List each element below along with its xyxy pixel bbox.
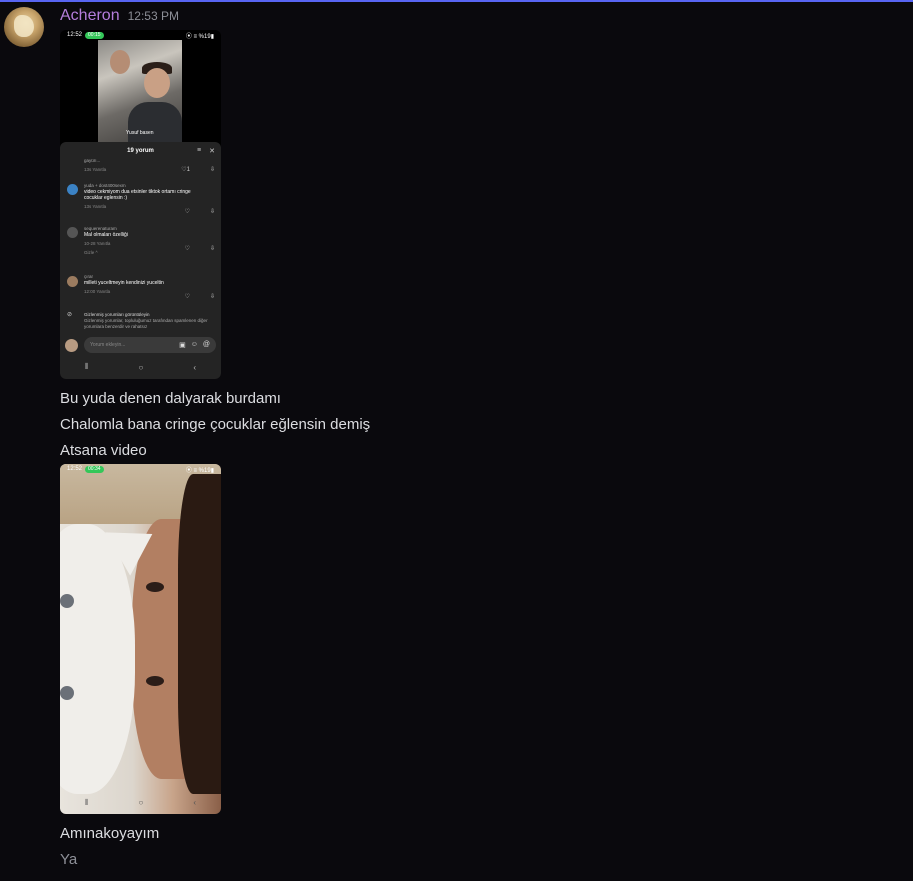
status-icons: ⦿ ≡ %19▮ [185, 33, 214, 40]
mention-icon: @ [202, 341, 210, 348]
commenter-avatar [67, 184, 78, 195]
image-attachment-2[interactable]: ⦀ ○ ‹ 12:52 00:34 ⦿ ≡ %19▮ [60, 464, 221, 814]
heart-icon: ♡ [184, 294, 190, 300]
top-accent-line [0, 0, 913, 2]
message-header: Acheron 12:53 PM [60, 7, 179, 27]
username[interactable]: Acheron [60, 7, 120, 25]
phone-status-bar: 12:52 00:15 ⦿ ≡ %19▮ [60, 30, 221, 40]
android-nav-bar: ⦀ ○ ‹ [60, 798, 221, 808]
back-icon: ‹ [193, 362, 196, 372]
eye-off-icon: ⊘ [67, 312, 73, 318]
comment-meta: 10-28 Yanıtla [84, 241, 111, 246]
status-time: 12:52 [67, 32, 83, 38]
comment-text: Mal olmaları özelliği [84, 232, 128, 238]
avatar-image [14, 15, 34, 37]
commenter-avatar [67, 276, 78, 287]
recents-icon: ⦀ [84, 362, 89, 371]
dislike-icon: ⇩ [209, 209, 215, 215]
heart-icon: ♡ [184, 246, 190, 252]
heart-icon: ♡ [184, 209, 190, 215]
hidden-comments-note: ⊘ Gizlenmiş yorumları görüntüleyin Gizle… [67, 312, 217, 330]
hide-replies-link: Gizle ^ [84, 250, 98, 255]
message-line: Amınakoyayım [60, 825, 160, 842]
call-pill: 00:15 [85, 31, 104, 39]
message-line: Chalomla bana cringe çocuklar eğlensin d… [60, 416, 371, 433]
call-pill: 00:34 [85, 465, 104, 473]
filter-icon: ≡ [197, 147, 202, 154]
status-time: 12:52 [67, 466, 83, 472]
comment-meta: 13s Yanıtla [84, 167, 107, 172]
heart-icon: ♡1 [181, 167, 190, 173]
dislike-icon: ⇩ [209, 294, 215, 300]
comments-panel: 19 yorum ≡ ✕ gayürı... 13s Yanıtla ♡1 ⇩ yu… [60, 142, 221, 379]
home-icon: ○ [138, 362, 144, 372]
comment-author: gayürı... [84, 158, 101, 163]
video-caption: Yusuf basen [126, 130, 154, 136]
video-thumbnail: Yusuf basen [98, 40, 182, 143]
android-nav-bar: ⦀ ○ ‹ [60, 361, 221, 373]
back-icon: ‹ [193, 798, 196, 807]
commenter-avatar [67, 227, 78, 238]
selfie-photo: ⦀ ○ ‹ [60, 464, 221, 814]
dislike-icon: ⇩ [209, 167, 215, 173]
comment-text: video cekmiyom dua etsinler tiktok ortam… [84, 189, 191, 201]
my-avatar [65, 339, 78, 352]
comment-placeholder: Yorum ekleyin... [90, 342, 126, 348]
status-icons: ⦿ ≡ %19▮ [185, 467, 214, 474]
comment-text: milleti yuceltmeyin kendinizi yuceltin [84, 280, 164, 286]
comment-input: Yorum ekleyin... ▣ ☺ @ [84, 337, 216, 353]
hidden-desc: Gizlenmiş yorumlar, topluluğumuz tarafın… [84, 318, 208, 329]
comment-meta: 12:00 Yanıtla [84, 289, 111, 294]
phone-status-bar: 12:52 00:34 ⦿ ≡ %19▮ [60, 464, 221, 474]
message-line: Atsana video [60, 442, 147, 459]
recents-icon: ⦀ [84, 798, 89, 807]
close-icon: ✕ [209, 148, 215, 155]
image-attachment-1[interactable]: 12:52 00:15 ⦿ ≡ %19▮ Yusuf basen 19 yoru… [60, 30, 221, 379]
emoji-icon: ☺ [190, 341, 198, 348]
home-icon: ○ [138, 798, 144, 807]
user-avatar[interactable] [4, 7, 44, 47]
comment-meta: 13s Yanıtla [84, 204, 107, 209]
message-line-pending: Ya [60, 851, 78, 868]
message-line: Bu yuda denen dalyarak burdamı [60, 390, 281, 407]
message-timestamp[interactable]: 12:53 PM [128, 9, 179, 23]
image-icon: ▣ [179, 342, 186, 349]
dislike-icon: ⇩ [209, 246, 215, 252]
